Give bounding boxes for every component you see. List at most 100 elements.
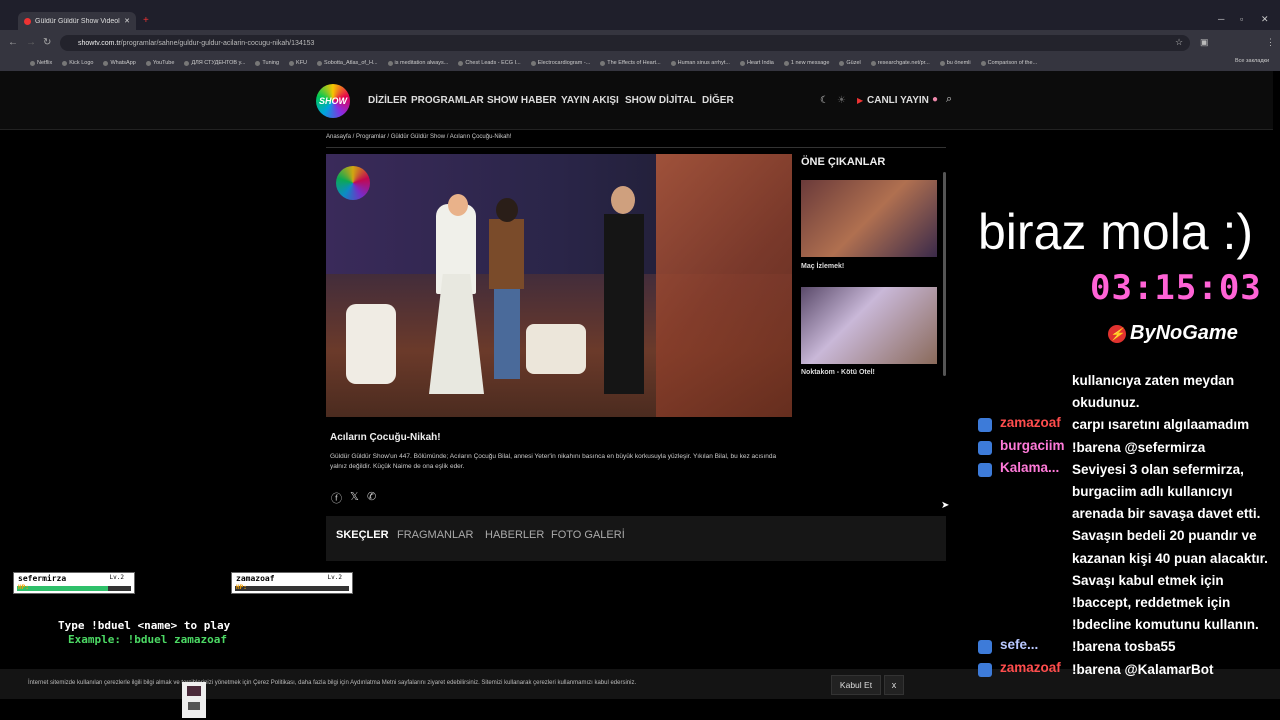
cookie-text: İnternet sitemizde kullanılan çerezlerle…: [28, 680, 637, 686]
bookmark-item[interactable]: WhatsApp: [103, 60, 136, 66]
game-example: Example: !bduel zamazoaf: [68, 633, 227, 646]
featured-caption-1[interactable]: Maç İzlemek!: [801, 263, 844, 270]
bookmark-label: WhatsApp: [110, 60, 136, 66]
bookmark-item[interactable]: Comparison of the...: [980, 60, 1037, 66]
chat-badge-icon: [978, 418, 992, 433]
bookmark-label: YouTube: [152, 60, 175, 66]
bookmark-label: Chest Leads - ECG I...: [465, 60, 521, 66]
chat-username[interactable]: Kalama...: [1000, 460, 1059, 475]
tab-haberler[interactable]: HABERLER: [485, 529, 544, 541]
reload-icon[interactable]: ↻: [43, 37, 51, 48]
user-icon[interactable]: ●: [932, 94, 938, 105]
bookmark-item[interactable]: Electrocardiogram -...: [530, 60, 591, 66]
bookmark-item[interactable]: KFU: [289, 60, 307, 66]
bookmark-item[interactable]: Tuning: [255, 60, 279, 66]
bookmark-item[interactable]: researchgate.net/pr...: [870, 60, 930, 66]
bookmark-label: is meditation always...: [394, 60, 449, 66]
close-tab-icon[interactable]: ✕: [124, 17, 130, 25]
browser-tab[interactable]: Güldür Güldür Show Videoları ✕: [18, 12, 136, 30]
bookmark-item[interactable]: The Effects of Heart...: [600, 60, 661, 66]
facebook-icon[interactable]: ⓕ: [331, 490, 342, 506]
bookmark-item[interactable]: bu önemli: [939, 60, 971, 66]
maximize-icon[interactable]: ▫: [1240, 14, 1243, 24]
nav-item-0[interactable]: DİZİLER: [368, 95, 407, 106]
whatsapp-icon[interactable]: ✆: [367, 490, 376, 503]
mouse-cursor-icon: ➤: [941, 500, 950, 511]
bookmark-star-icon[interactable]: ☆: [1175, 37, 1183, 48]
chat-message: !barena tosba55: [1072, 639, 1176, 655]
new-tab-icon[interactable]: +: [143, 15, 149, 26]
show-logo[interactable]: SHOW: [316, 84, 350, 118]
forward-icon[interactable]: →: [26, 37, 36, 48]
bookmark-favicon-icon: [30, 60, 35, 66]
bookmark-item[interactable]: ДЛЯ СТУДЕНТОВ у...: [184, 60, 245, 66]
minimize-icon[interactable]: ─: [1218, 14, 1224, 24]
nav-item-1[interactable]: PROGRAMLAR: [411, 95, 484, 106]
nav-item-4[interactable]: SHOW DİJİTAL: [625, 95, 696, 106]
url-domain: showtv.com.tr: [78, 39, 121, 47]
bookmark-item[interactable]: 1 new message: [783, 60, 829, 66]
chat-message: !barena @sefermirza: [1072, 439, 1206, 455]
all-bookmarks[interactable]: Все закладки: [1235, 58, 1269, 64]
bookmark-favicon-icon: [839, 60, 845, 66]
bookmark-favicon-icon: [980, 60, 986, 66]
nav-item-3[interactable]: YAYIN AKIŞI: [561, 95, 619, 106]
featured-caption-2[interactable]: Noktakom - Kötü Otel!: [801, 369, 875, 376]
player1-level: Lv.2: [109, 574, 124, 581]
bookmark-label: Electrocardiogram -...: [537, 60, 591, 66]
chat-username[interactable]: zamazoaf: [1000, 415, 1061, 430]
breadcrumb[interactable]: Anasayfa / Programlar / Güldür Güldür Sh…: [326, 134, 511, 140]
bookmark-favicon-icon: [184, 60, 190, 66]
video-player[interactable]: [326, 154, 792, 417]
nav-item-5[interactable]: DİĞER: [702, 95, 734, 106]
chat-username[interactable]: zamazoaf: [1000, 660, 1061, 675]
bookmark-item[interactable]: Sobotta_Atlas_of_H...: [317, 60, 378, 66]
chat-username[interactable]: sefe...: [1000, 637, 1038, 652]
bookmarks-bar: Netflix Kick Logo WhatsApp YouTube ДЛЯ СТУДЕ…: [0, 55, 1280, 71]
featured-thumb-2[interactable]: [801, 287, 937, 364]
bookmark-favicon-icon: [255, 60, 261, 66]
bookmark-label: Netflix: [37, 60, 53, 66]
featured-scrollbar[interactable]: [943, 172, 946, 376]
tab-foto-galeri[interactable]: FOTO GALERİ: [551, 529, 625, 541]
bookmark-label: Human sinus arrhyt...: [677, 60, 730, 66]
bookmark-item[interactable]: Chest Leads - ECG I...: [458, 60, 521, 66]
bookmark-label: Güzel: [846, 60, 861, 66]
nav-item-2[interactable]: SHOW HABER: [487, 95, 556, 106]
x-icon[interactable]: 𝕏: [350, 490, 359, 503]
extensions-icon[interactable]: ▣: [1200, 37, 1209, 48]
bookmark-item[interactable]: Heart India: [739, 60, 774, 66]
chat-username[interactable]: burgaciim: [1000, 438, 1065, 453]
tab-fragmanlar[interactable]: FRAGMANLAR: [397, 529, 473, 541]
bookmark-item[interactable]: Human sinus arrhyt...: [670, 60, 730, 66]
bookmark-item[interactable]: is meditation always...: [387, 60, 449, 66]
bookmark-favicon-icon: [289, 60, 295, 66]
chat-message: okudunuz.: [1072, 395, 1140, 411]
chat-message: !baccept, reddetmek için: [1072, 595, 1231, 610]
menu-icon[interactable]: ⋮: [1266, 37, 1275, 48]
bookmark-label: The Effects of Heart...: [607, 60, 661, 66]
address-bar[interactable]: showtv.com.tr/programlar/sahne/guldur-gu…: [60, 35, 1190, 51]
dark-mode-icon[interactable]: ☾: [820, 95, 829, 106]
live-link[interactable]: CANLI YAYIN: [867, 95, 929, 106]
tab-skecler[interactable]: SKEÇLER: [336, 529, 389, 541]
bookmark-item[interactable]: Güzel: [839, 60, 861, 66]
bookmark-label: Kick Logo: [69, 60, 94, 66]
featured-thumb-1[interactable]: [801, 180, 937, 257]
chat-message: carpı ısaretını algılaamadım: [1072, 417, 1250, 433]
bookmark-item[interactable]: Netflix: [30, 60, 52, 66]
chat-badge-icon: [978, 662, 992, 677]
bookmark-favicon-icon: [530, 60, 536, 66]
close-window-icon[interactable]: ✕: [1261, 14, 1269, 25]
search-icon[interactable]: ⌕: [946, 93, 952, 106]
bookmark-item[interactable]: Kick Logo: [62, 60, 93, 66]
bookmark-favicon-icon: [739, 60, 745, 66]
light-mode-icon[interactable]: ☀: [837, 95, 846, 106]
bookmark-item[interactable]: YouTube: [145, 60, 175, 66]
player1-name: sefermirza: [18, 574, 67, 583]
cookie-accept-button[interactable]: Kabul Et: [831, 675, 881, 695]
divider: [326, 147, 946, 148]
back-icon[interactable]: ←: [8, 37, 18, 48]
cookie-close-button[interactable]: x: [884, 675, 904, 695]
chat-message: arenada bir savaşa davet etti.: [1072, 506, 1261, 522]
